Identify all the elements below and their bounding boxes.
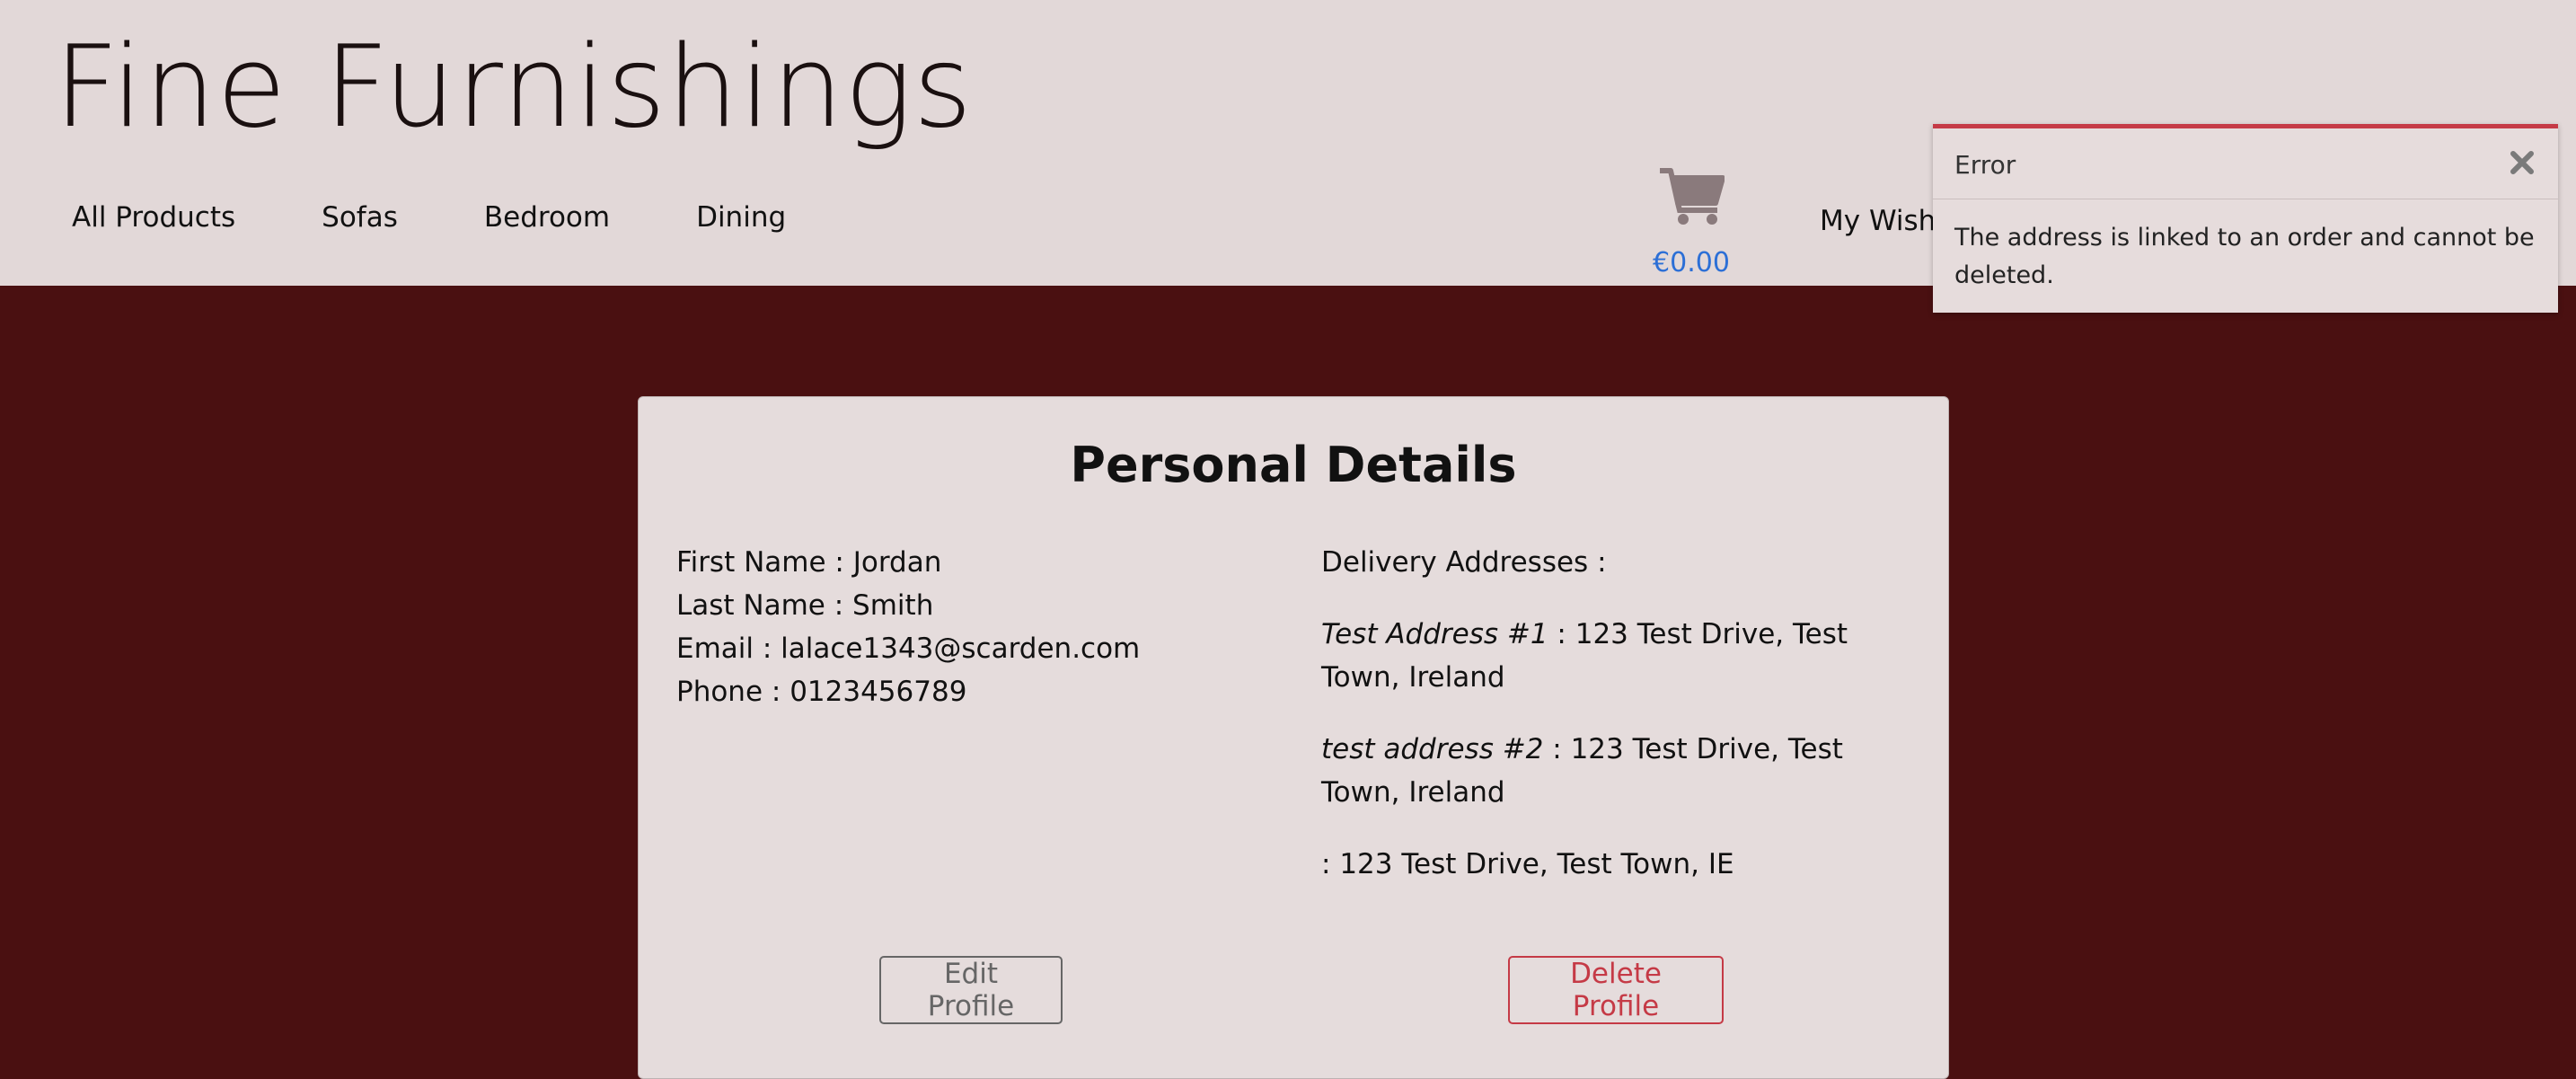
- toast-header: Error: [1933, 128, 2558, 199]
- address-text: 123 Test Drive, Test Town, IE: [1339, 848, 1734, 880]
- page-title: Personal Details: [1070, 437, 1517, 493]
- field-value: lalace1343@scarden.com: [781, 632, 1141, 665]
- close-icon[interactable]: [2506, 146, 2538, 179]
- delivery-addresses: Delivery Addresses : Test Address #1 : 1…: [1321, 541, 1896, 886]
- nav-item-dining[interactable]: Dining: [696, 201, 786, 234]
- cart-button[interactable]: [1653, 165, 1730, 226]
- brand-logo[interactable]: Fine Furnishings: [54, 24, 973, 150]
- address-item: test address #2 : 123 Test Drive, Test T…: [1321, 733, 1843, 809]
- addresses-heading: Delivery Addresses :: [1321, 546, 1607, 579]
- toast-message: The address is linked to an order and ca…: [1954, 224, 2535, 289]
- cart-total[interactable]: €0.00: [1653, 247, 1730, 279]
- nav-item-all-products[interactable]: All Products: [72, 201, 235, 234]
- toast-title: Error: [1954, 150, 2016, 180]
- address-name: Test Address #1: [1321, 618, 1548, 650]
- nav-item-sofas[interactable]: Sofas: [322, 201, 398, 234]
- field-label: First Name: [676, 546, 826, 579]
- profile-fields: First Name : Jordan Last Name : Smith Em…: [676, 541, 1140, 713]
- error-toast: Error The address is linked to an order …: [1933, 124, 2558, 313]
- field-last-name: Last Name : Smith: [676, 589, 934, 622]
- address-item: Test Address #1 : 123 Test Drive, Test T…: [1321, 618, 1848, 694]
- delete-profile-button[interactable]: Delete Profile: [1508, 956, 1724, 1024]
- cart-icon: [1660, 168, 1725, 225]
- field-phone: Phone : 0123456789: [676, 676, 967, 708]
- address-item: : 123 Test Drive, Test Town, IE: [1321, 848, 1734, 880]
- field-value: Smith: [852, 589, 934, 622]
- field-label: Last Name: [676, 589, 825, 622]
- nav-item-wishlist[interactable]: My Wishl: [1820, 205, 1933, 237]
- field-email: Email : lalace1343@scarden.com: [676, 632, 1141, 665]
- field-label: Email: [676, 632, 754, 665]
- nav-item-bedroom[interactable]: Bedroom: [484, 201, 610, 234]
- field-value: 0123456789: [790, 676, 967, 708]
- main-nav: All Products Sofas Bedroom Dining: [72, 201, 872, 234]
- field-value: Jordan: [852, 546, 942, 579]
- field-label: Phone: [676, 676, 763, 708]
- field-first-name: First Name : Jordan: [676, 546, 942, 579]
- address-name: test address #2: [1321, 733, 1544, 765]
- edit-profile-button[interactable]: Edit Profile: [879, 956, 1063, 1024]
- personal-details-card: Personal Details First Name : Jordan Las…: [638, 396, 1949, 1079]
